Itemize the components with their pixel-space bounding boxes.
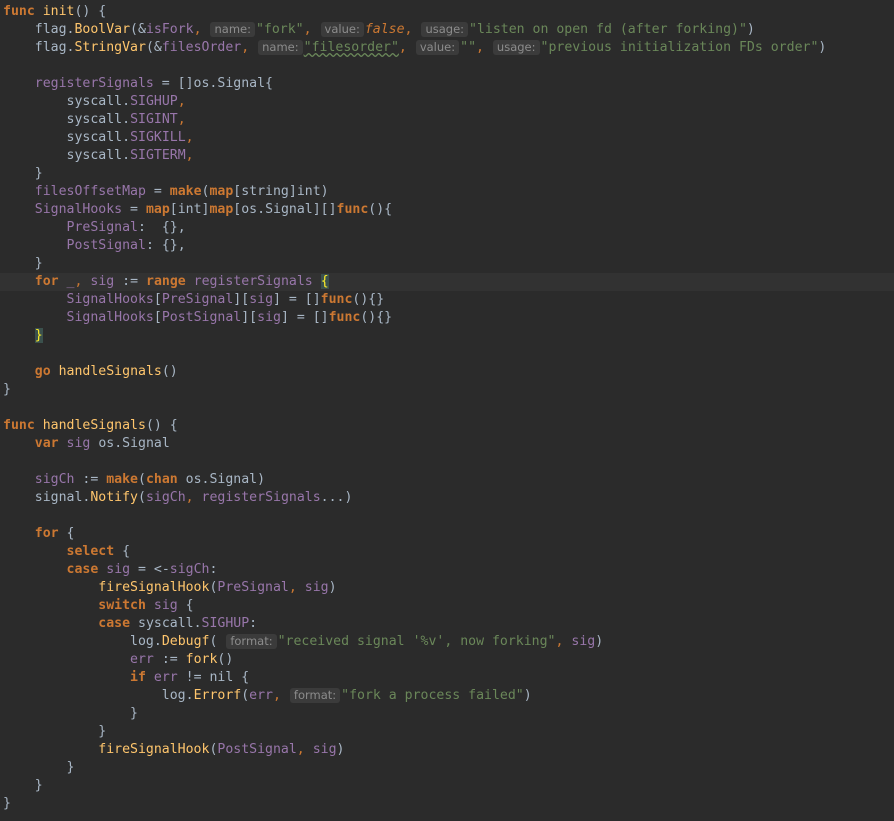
- code-line[interactable]: log.Errorf(err, format: "fork a process f…: [0, 687, 894, 705]
- code-line[interactable]: sigCh := make(chan os.Signal): [0, 471, 894, 489]
- function-name: init: [42, 4, 75, 19]
- code-line[interactable]: }: [0, 165, 894, 183]
- code-line[interactable]: signal.Notify(sigCh, registerSignals...): [0, 489, 894, 507]
- parameter-hint: format:: [289, 688, 341, 703]
- code-line[interactable]: fireSignalHook(PreSignal, sig): [0, 579, 894, 597]
- code-line[interactable]: PreSignal: {},: [0, 219, 894, 237]
- code-line-current[interactable]: for _, sig := range registerSignals {: [0, 273, 894, 291]
- code-line[interactable]: flag.StringVar(&filesOrder, name: "fileso…: [0, 39, 894, 57]
- code-line[interactable]: }: [0, 255, 894, 273]
- code-line[interactable]: log.Debugf( format: "received signal '%v'…: [0, 633, 894, 651]
- code-line[interactable]: func init() {: [0, 3, 894, 21]
- parameter-hint: value:: [320, 22, 364, 37]
- code-line[interactable]: flag.BoolVar(&isFork, name: "fork", value…: [0, 21, 894, 39]
- code-line[interactable]: select {: [0, 543, 894, 561]
- code-line[interactable]: }: [0, 723, 894, 741]
- code-editor[interactable]: func init() { flag.BoolVar(&isFork, name…: [0, 0, 894, 813]
- code-line[interactable]: var sig os.Signal: [0, 435, 894, 453]
- parameter-hint: usage:: [492, 40, 540, 55]
- code-line[interactable]: [0, 507, 894, 525]
- code-line[interactable]: }: [0, 795, 894, 813]
- code-line[interactable]: [0, 345, 894, 363]
- code-line[interactable]: PostSignal: {},: [0, 237, 894, 255]
- code-line[interactable]: for {: [0, 525, 894, 543]
- code-line[interactable]: go handleSignals(): [0, 363, 894, 381]
- parameter-hint: name:: [258, 40, 303, 55]
- code-line[interactable]: syscall.SIGKILL,: [0, 129, 894, 147]
- code-line[interactable]: switch sig {: [0, 597, 894, 615]
- code-line[interactable]: func handleSignals() {: [0, 417, 894, 435]
- code-line[interactable]: err := fork(): [0, 651, 894, 669]
- parameter-hint: name:: [210, 22, 255, 37]
- keyword: func: [3, 4, 35, 19]
- code-line[interactable]: syscall.SIGTERM,: [0, 147, 894, 165]
- parameter-hint: usage:: [421, 22, 469, 37]
- code-line[interactable]: syscall.SIGINT,: [0, 111, 894, 129]
- code-line[interactable]: }: [0, 705, 894, 723]
- matched-brace: {: [320, 274, 329, 289]
- code-line[interactable]: case syscall.SIGHUP:: [0, 615, 894, 633]
- parameter-hint: value:: [415, 40, 460, 55]
- code-line[interactable]: fireSignalHook(PostSignal, sig): [0, 741, 894, 759]
- code-line[interactable]: }: [0, 759, 894, 777]
- code-line[interactable]: }: [0, 381, 894, 399]
- code-line[interactable]: }: [0, 777, 894, 795]
- code-line[interactable]: registerSignals = []os.Signal{: [0, 75, 894, 93]
- code-line[interactable]: if err != nil {: [0, 669, 894, 687]
- code-line[interactable]: [0, 57, 894, 75]
- code-line[interactable]: syscall.SIGHUP,: [0, 93, 894, 111]
- code-line[interactable]: [0, 453, 894, 471]
- code-line[interactable]: case sig = <-sigCh:: [0, 561, 894, 579]
- matched-brace: }: [34, 328, 43, 343]
- code-line[interactable]: SignalHooks[PreSignal][sig] = []func(){}: [0, 291, 894, 309]
- parameter-hint: format:: [226, 634, 277, 649]
- code-line[interactable]: SignalHooks[PostSignal][sig] = []func(){…: [0, 309, 894, 327]
- code-line[interactable]: }: [0, 327, 894, 345]
- code-line[interactable]: filesOffsetMap = make(map[string]int): [0, 183, 894, 201]
- code-line[interactable]: [0, 399, 894, 417]
- code-line[interactable]: SignalHooks = map[int]map[os.Signal][]fu…: [0, 201, 894, 219]
